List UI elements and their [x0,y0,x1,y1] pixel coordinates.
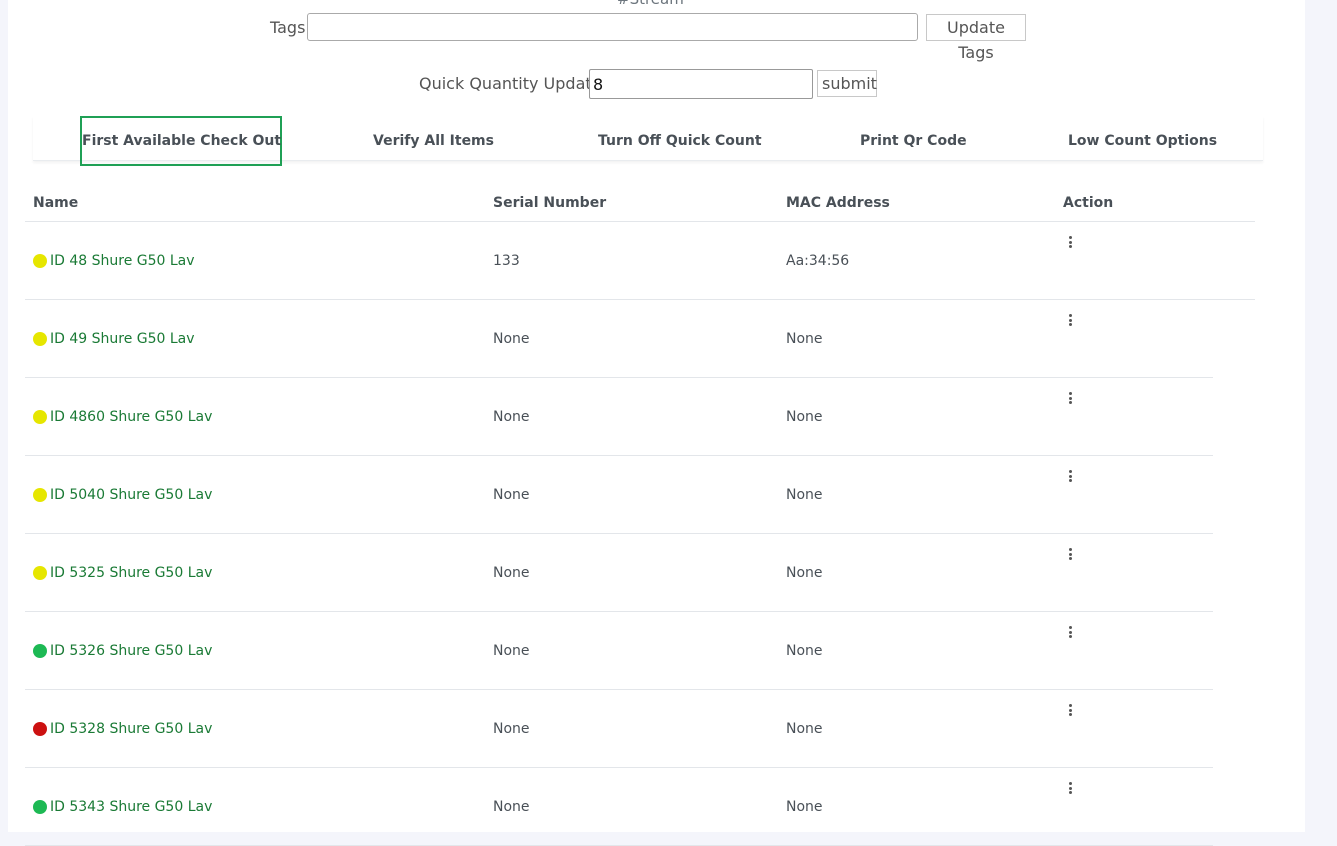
serial-number-cell: 133 [493,253,520,269]
mac-address-cell: None [786,409,823,425]
stream-label: #Stream [617,0,684,8]
item-name-link[interactable]: ID 5326 Shure G50 Lav [50,643,212,659]
column-header-action: Action [1063,195,1114,211]
name-cell: ID 5326 Shure G50 Lav [33,643,212,659]
status-dot-icon [33,800,47,814]
action-tabs: First Available Check Out Verify All Ite… [33,116,1263,166]
table-row: ID 5326 Shure G50 Lav None None [25,612,1213,690]
mac-address-cell: None [786,565,823,581]
name-cell: ID 5040 Shure G50 Lav [33,487,212,503]
item-name-link[interactable]: ID 5325 Shure G50 Lav [50,565,212,581]
item-name-link[interactable]: ID 48 Shure G50 Lav [50,253,195,269]
tags-input[interactable] [307,13,918,41]
table-row: ID 48 Shure G50 Lav 133 Aa:34:56 [25,222,1255,300]
mac-address-cell: Aa:34:56 [786,253,850,269]
mac-address-cell: None [786,721,823,737]
name-cell: ID 5328 Shure G50 Lav [33,721,212,737]
status-dot-icon [33,488,47,502]
kebab-menu-icon[interactable] [1065,702,1075,718]
item-name-link[interactable]: ID 49 Shure G50 Lav [50,331,195,347]
serial-number-cell: None [493,409,530,425]
serial-number-cell: None [493,799,530,815]
serial-number-cell: None [493,721,530,737]
column-header-mac-address: MAC Address [786,195,890,211]
status-dot-icon [33,722,47,736]
kebab-menu-icon[interactable] [1065,546,1075,562]
tab-first-available-check-out[interactable]: First Available Check Out [80,116,282,166]
status-dot-icon [33,644,47,658]
update-tags-button[interactable]: Update Tags [926,14,1026,62]
column-header-name: Name [33,195,79,211]
item-name-link[interactable]: ID 5328 Shure G50 Lav [50,721,212,737]
tab-print-qr-code[interactable]: Print Qr Code [860,116,967,166]
mac-address-cell: None [786,799,823,815]
name-cell: ID 4860 Shure G50 Lav [33,409,212,425]
table-row: ID 4860 Shure G50 Lav None None [25,378,1213,456]
status-dot-icon [33,332,47,346]
serial-number-cell: None [493,331,530,347]
kebab-menu-icon[interactable] [1065,390,1075,406]
serial-number-cell: None [493,487,530,503]
column-header-serial-number: Serial Number [493,195,607,211]
quick-quantity-input[interactable] [589,69,813,99]
kebab-menu-icon[interactable] [1065,780,1075,796]
kebab-menu-icon[interactable] [1065,468,1075,484]
mac-address-cell: None [786,643,823,659]
mac-address-cell: None [786,331,823,347]
table-row: ID 49 Shure G50 Lav None None [25,300,1213,378]
items-table: Name Serial Number MAC Address Action ID… [25,162,1255,846]
name-cell: ID 49 Shure G50 Lav [33,331,195,347]
serial-number-cell: None [493,643,530,659]
item-name-link[interactable]: ID 5343 Shure G50 Lav [50,799,212,815]
serial-number-cell: None [493,565,530,581]
item-name-link[interactable]: ID 4860 Shure G50 Lav [50,409,212,425]
name-cell: ID 5325 Shure G50 Lav [33,565,212,581]
status-dot-icon [33,410,47,424]
name-cell: ID 5343 Shure G50 Lav [33,799,212,815]
table-body: ID 48 Shure G50 Lav 133 Aa:34:56 ID 49 Shur… [25,222,1255,846]
tab-turn-off-quick-count[interactable]: Turn Off Quick Count [598,116,762,166]
tab-low-count-options[interactable]: Low Count Options [1068,116,1217,166]
table-header: Name Serial Number MAC Address Action [25,162,1255,222]
tab-verify-all-items[interactable]: Verify All Items [373,116,494,166]
table-row: ID 5328 Shure G50 Lav None None [25,690,1213,768]
status-dot-icon [33,254,47,268]
item-name-link[interactable]: ID 5040 Shure G50 Lav [50,487,212,503]
kebab-menu-icon[interactable] [1065,624,1075,640]
tags-label: Tags [270,18,306,37]
table-row: ID 5343 Shure G50 Lav None None [25,768,1213,846]
name-cell: ID 48 Shure G50 Lav [33,253,195,269]
quick-quantity-label: Quick Quantity Update [419,74,602,93]
submit-button[interactable]: submit [817,70,877,97]
table-row: ID 5040 Shure G50 Lav None None [25,456,1213,534]
kebab-menu-icon[interactable] [1065,312,1075,328]
mac-address-cell: None [786,487,823,503]
status-dot-icon [33,566,47,580]
kebab-menu-icon[interactable] [1065,234,1075,250]
table-row: ID 5325 Shure G50 Lav None None [25,534,1213,612]
